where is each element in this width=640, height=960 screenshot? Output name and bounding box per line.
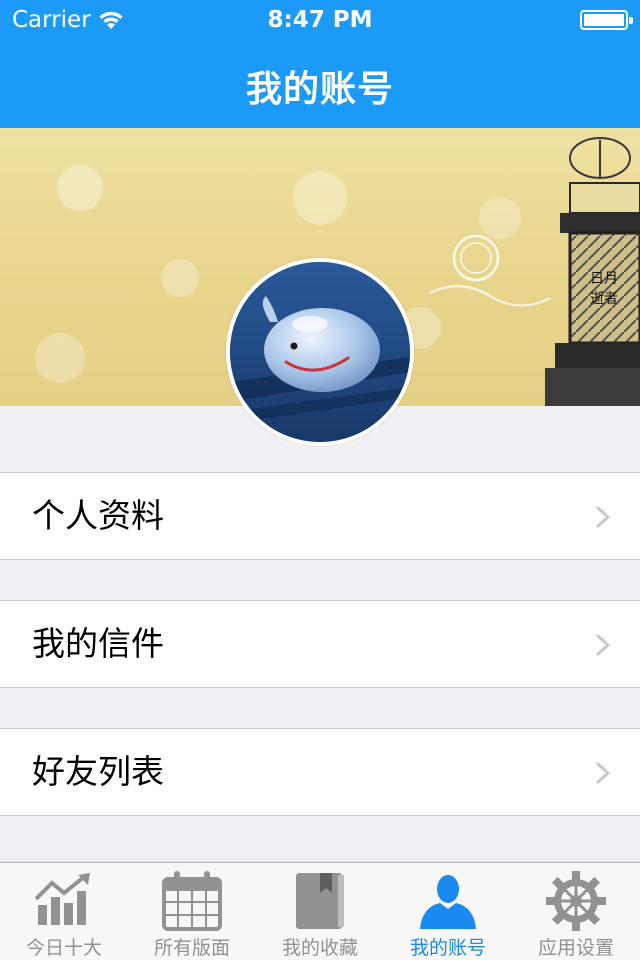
- page-title: 我的账号: [245, 69, 394, 110]
- tab-label: 今日十大: [25, 937, 102, 959]
- tab-settings[interactable]: 应用设置: [512, 863, 640, 960]
- avatar[interactable]: [226, 258, 414, 446]
- bookmark-book-icon: [296, 873, 344, 929]
- menu-item-label: 好友列表: [32, 752, 164, 791]
- chevron-right-icon: [596, 634, 610, 656]
- app-header: Carrier 8:47 PM 我的账号: [0, 0, 640, 128]
- tab-my-account[interactable]: 我的账号: [384, 863, 512, 960]
- tab-label: 我的收藏: [281, 937, 358, 959]
- svg-text:日月: 日月: [590, 271, 618, 287]
- tab-label: 我的账号: [409, 937, 486, 959]
- tab-favorites[interactable]: 我的收藏: [256, 863, 384, 960]
- menu-item-friends[interactable]: 好友列表: [0, 728, 640, 816]
- menu-item-messages[interactable]: 我的信件: [0, 600, 640, 688]
- status-bar: Carrier 8:47 PM: [0, 0, 640, 40]
- gear-icon: [546, 871, 606, 931]
- tab-top-ten[interactable]: 今日十大: [0, 863, 128, 960]
- menu-item-label: 个人资料: [32, 496, 164, 535]
- tab-bar: 今日十大 所有版面 我的收藏 我的账号 应用设置: [0, 862, 640, 960]
- battery-icon: [580, 10, 633, 30]
- tab-label: 所有版面: [153, 937, 230, 959]
- chevron-right-icon: [596, 506, 610, 528]
- tab-label: 应用设置: [537, 937, 614, 959]
- tab-all-boards[interactable]: 所有版面: [128, 863, 256, 960]
- banner-illustration: 日月 逝者: [429, 137, 640, 406]
- chevron-right-icon: [596, 762, 610, 784]
- svg-text:逝者: 逝者: [590, 291, 618, 307]
- person-icon: [420, 875, 476, 929]
- menu-item-label: 我的信件: [32, 624, 164, 663]
- whale-figurine-image: [230, 262, 410, 442]
- menu-item-profile[interactable]: 个人资料: [0, 472, 640, 560]
- calendar-icon: [162, 871, 222, 931]
- chart-growth-icon: [34, 873, 90, 925]
- clock: 8:47 PM: [267, 7, 373, 33]
